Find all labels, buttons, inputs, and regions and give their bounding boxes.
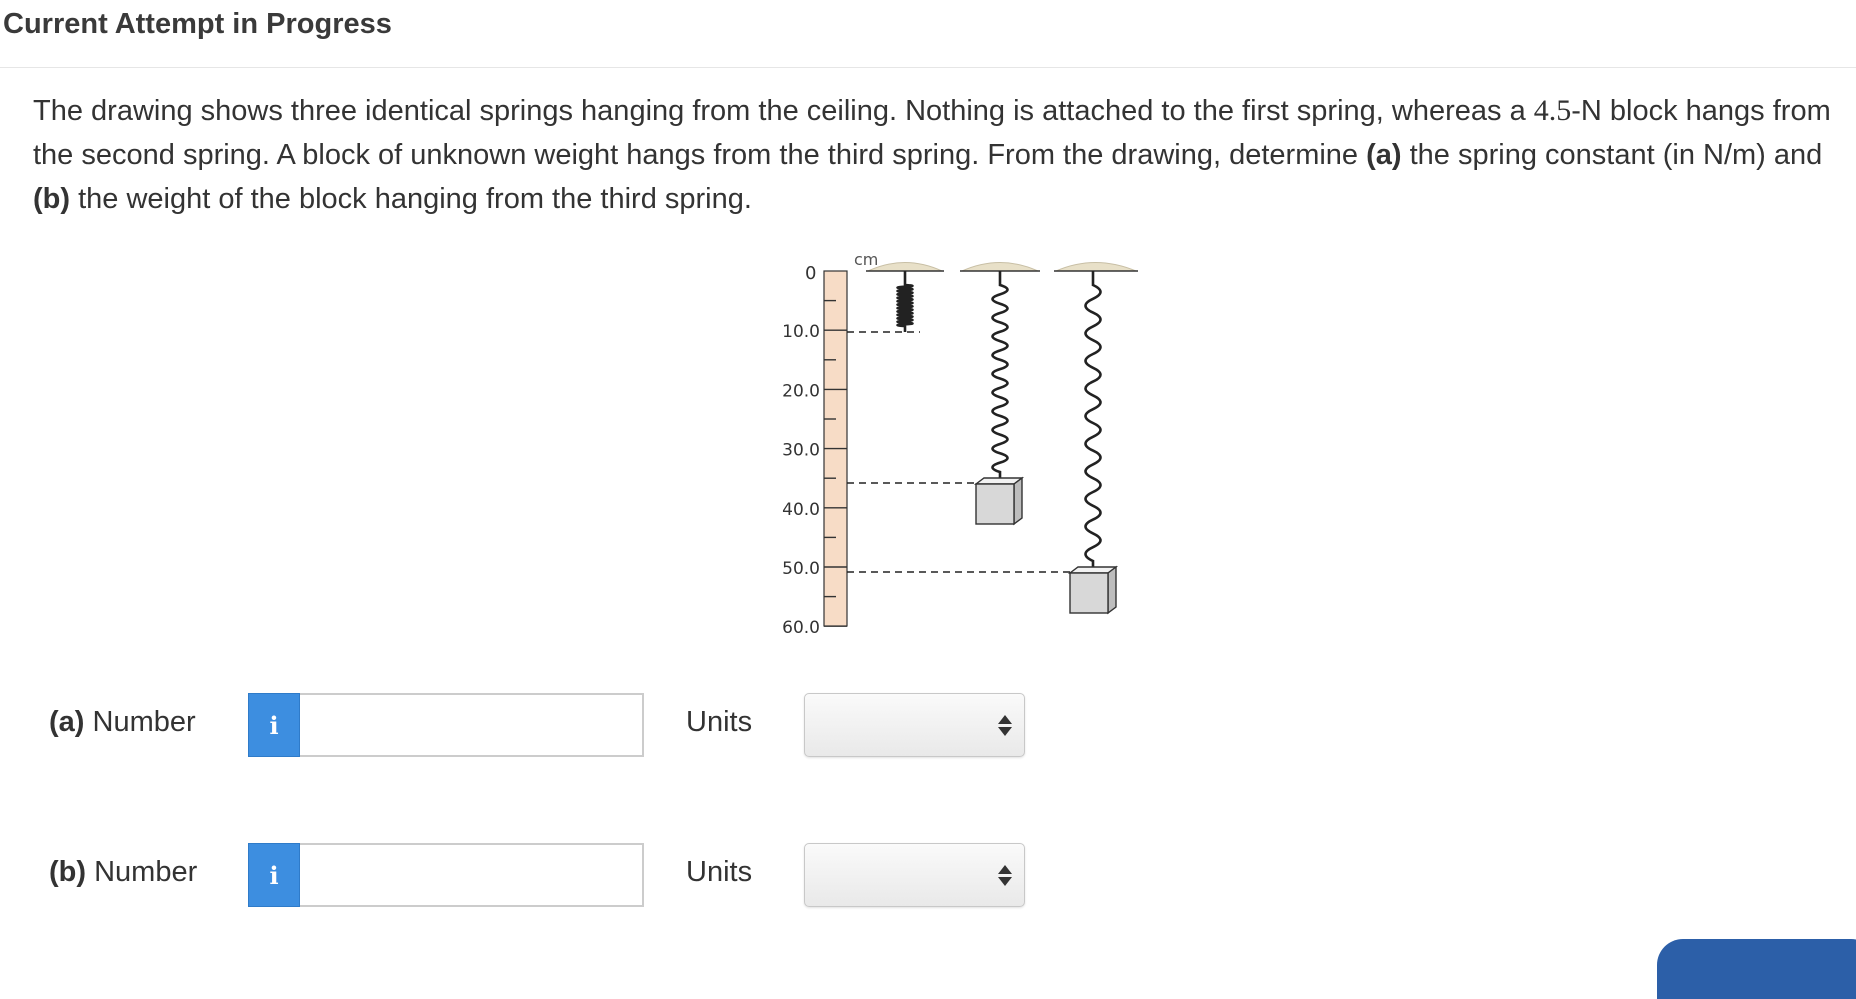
ruler-tick-label: 60.0 bbox=[782, 618, 820, 638]
spring-diagram: cm 0 10.0 20.0 30.0 40.0 50.0 60.0 bbox=[782, 250, 1138, 638]
answer-b-number-label: Number bbox=[86, 856, 198, 888]
select-arrows-icon bbox=[998, 862, 1012, 890]
ceiling-mount-2 bbox=[961, 262, 1039, 272]
part-b-tag: (b) bbox=[33, 183, 71, 215]
ruler-tick-label: 50.0 bbox=[782, 559, 820, 579]
answer-b-units-select[interactable] bbox=[804, 843, 1025, 907]
answer-a-number-label: Number bbox=[84, 706, 196, 738]
part-a-tag: (a) bbox=[1366, 139, 1402, 171]
ceiling-mount-1 bbox=[867, 262, 943, 272]
answer-row-b: (b) Number i Units bbox=[0, 842, 1100, 910]
answer-a-info-button[interactable]: i bbox=[248, 693, 300, 757]
weight-value: 4.5 bbox=[1533, 94, 1572, 127]
submit-button[interactable] bbox=[1657, 939, 1856, 999]
ceiling-mount-3 bbox=[1055, 262, 1137, 272]
ruler-tick-label: 30.0 bbox=[782, 441, 820, 461]
answer-b-info-button[interactable]: i bbox=[248, 843, 300, 907]
page-title: Current Attempt in Progress bbox=[3, 8, 392, 40]
answer-b-number-input[interactable] bbox=[300, 843, 644, 907]
ruler-tick-label: 40.0 bbox=[782, 500, 820, 520]
ruler-zero-label: 0 bbox=[805, 263, 816, 284]
info-icon: i bbox=[269, 710, 279, 740]
ruler-unit-label: cm bbox=[854, 250, 878, 269]
spring-3 bbox=[1084, 271, 1102, 567]
answer-b-tag: (b) bbox=[49, 856, 87, 888]
block-3 bbox=[1067, 565, 1119, 615]
answer-b-units-label: Units bbox=[686, 856, 753, 888]
question-text: The drawing shows three identical spring… bbox=[33, 89, 1833, 221]
answer-a-tag: (a) bbox=[49, 706, 85, 738]
spring-figure: cm 0 10.0 20.0 30.0 40.0 50.0 60.0 bbox=[750, 248, 1150, 648]
ruler-tick-label: 20.0 bbox=[782, 381, 820, 401]
question-text-part-1: The drawing shows three identical spring… bbox=[33, 95, 1534, 127]
spring-2 bbox=[991, 271, 1009, 478]
answer-b-label: (b) Number bbox=[49, 856, 197, 889]
question-text-part-4: the weight of the block hanging from the… bbox=[70, 183, 752, 215]
select-arrows-icon bbox=[998, 712, 1012, 740]
spring-1 bbox=[896, 271, 914, 332]
answer-a-number-input[interactable] bbox=[300, 693, 644, 757]
info-icon: i bbox=[269, 860, 279, 890]
answer-a-units-label: Units bbox=[686, 706, 753, 738]
header: Current Attempt in Progress bbox=[0, 0, 1856, 68]
block-2 bbox=[973, 476, 1025, 526]
answer-a-units-select[interactable] bbox=[804, 693, 1025, 757]
answer-a-label: (a) Number bbox=[49, 706, 196, 739]
answer-row-a: (a) Number i Units bbox=[0, 692, 1100, 760]
question-text-part-3: the spring constant (in N/m) and bbox=[1401, 139, 1823, 171]
ruler-labels: 10.0 20.0 30.0 40.0 50.0 60.0 bbox=[782, 322, 820, 638]
ruler-tick-label: 10.0 bbox=[782, 322, 820, 342]
